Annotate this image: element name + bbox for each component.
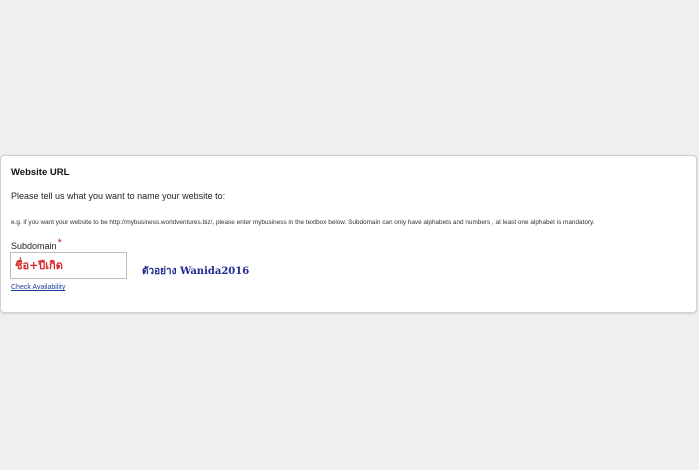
required-asterisk: * <box>57 237 62 249</box>
hint-text: e.g. if you want your website to be http… <box>11 219 595 226</box>
check-availability-link[interactable]: Check Availability <box>11 284 65 291</box>
subdomain-input[interactable]: ชื่อ+ปีเกิด <box>10 252 127 279</box>
subdomain-label: Subdomain* <box>11 237 62 251</box>
subdomain-label-text: Subdomain <box>11 241 57 251</box>
section-title: Website URL <box>11 167 70 178</box>
example-annotation: ตัวอย่าง Wanida2016 <box>142 266 250 277</box>
prompt-text: Please tell us what you want to name you… <box>11 191 226 201</box>
website-url-panel: Website URL Please tell us what you want… <box>0 155 697 313</box>
